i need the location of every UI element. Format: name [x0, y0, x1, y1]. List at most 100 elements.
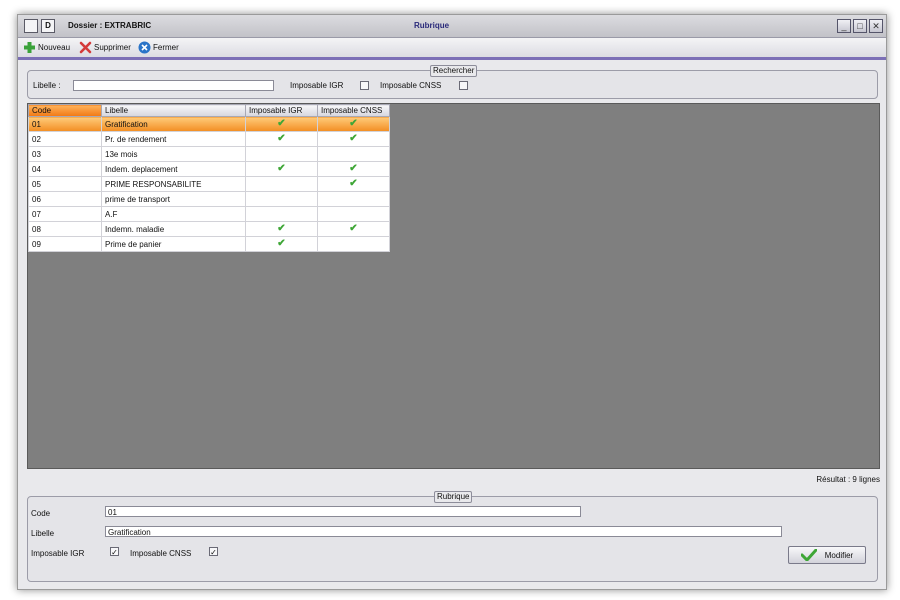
maximize-button[interactable]: □ — [853, 19, 867, 33]
close-button[interactable]: ✕ — [869, 19, 883, 33]
minimize-button[interactable]: _ — [837, 19, 851, 33]
detail-cnss-label: Imposable CNSS — [130, 549, 192, 558]
grid-area: Code Libelle Imposable IGR Imposable CNS… — [27, 103, 880, 469]
toolbar-divider — [18, 57, 886, 60]
search-igr-label: Imposable IGR — [290, 81, 344, 90]
cell-igr: ✔ — [245, 161, 318, 177]
title-bar: D Dossier : EXTRABRIC Rubrique _ □ ✕ — [18, 15, 886, 38]
check-icon — [800, 549, 817, 561]
table-row[interactable]: 03 13e mois — [28, 146, 390, 162]
cell-code: 06 — [28, 191, 102, 207]
check-icon: ✔ — [349, 178, 358, 189]
check-icon: ✔ — [349, 133, 358, 144]
main-window: D Dossier : EXTRABRIC Rubrique _ □ ✕ Nou… — [17, 14, 887, 590]
detail-igr-checkbox[interactable]: ✓ — [110, 547, 119, 557]
search-legend: Rechercher — [430, 65, 478, 77]
detail-igr-label: Imposable IGR — [31, 549, 85, 558]
fermer-button[interactable]: Fermer — [138, 40, 179, 54]
cell-igr — [245, 206, 318, 222]
search-group: Rechercher Libelle : Imposable IGR Impos… — [27, 65, 878, 99]
cell-igr — [245, 146, 318, 162]
table-row[interactable]: 02 Pr. de rendement ✔ ✔ — [28, 131, 390, 147]
detail-libelle-label: Libelle — [31, 529, 55, 538]
cell-igr — [245, 191, 318, 207]
close-circle-icon — [138, 41, 151, 53]
table-row[interactable]: 04 Indem. deplacement ✔ ✔ — [28, 161, 390, 177]
cell-cnss: ✔ — [317, 161, 390, 177]
plus-icon — [24, 41, 35, 53]
cell-cnss: ✔ — [317, 116, 390, 132]
nouveau-label: Nouveau — [38, 42, 71, 52]
window-title: Rubrique — [414, 21, 450, 30]
cell-code: 05 — [28, 176, 102, 192]
check-icon: ✔ — [277, 118, 286, 129]
nouveau-button[interactable]: Nouveau — [23, 40, 70, 54]
cell-code: 03 — [28, 146, 102, 162]
cell-code: 01 — [28, 116, 102, 132]
cell-cnss — [317, 146, 390, 162]
toolbar: Nouveau Supprimer Fermer — [18, 38, 886, 58]
detail-code-input[interactable]: 01 — [105, 506, 581, 517]
table-row[interactable]: 09 Prime de panier ✔ — [28, 236, 390, 252]
maximize-icon: □ — [857, 21, 863, 31]
close-icon: ✕ — [872, 21, 880, 31]
cell-libelle: Indemn. maladie — [101, 221, 246, 237]
column-header-cnss[interactable]: Imposable CNSS — [317, 104, 390, 117]
cell-libelle: prime de transport — [101, 191, 246, 207]
detail-code-label: Code — [31, 509, 51, 518]
table-row[interactable]: 07 A.F — [28, 206, 390, 222]
modifier-button[interactable]: Modifier — [788, 546, 866, 564]
table-row[interactable]: 08 Indemn. maladie ✔ ✔ — [28, 221, 390, 237]
table-body: 01 Gratification ✔ ✔ 02 Pr. de rendement ✔ ✔ 03 1… — [28, 116, 390, 252]
column-header-libelle[interactable]: Libelle — [101, 104, 246, 117]
check-icon: ✔ — [349, 163, 358, 174]
search-cnss-label: Imposable CNSS — [380, 81, 442, 90]
minimize-icon: _ — [841, 21, 847, 31]
cell-code: 08 — [28, 221, 102, 237]
search-libelle-input[interactable] — [73, 80, 274, 91]
table-row[interactable]: 01 Gratification ✔ ✔ — [28, 116, 390, 132]
cell-code: 07 — [28, 206, 102, 222]
cell-igr: ✔ — [245, 131, 318, 147]
supprimer-label: Supprimer — [94, 42, 131, 52]
detail-libelle-input[interactable]: Gratification — [105, 526, 782, 537]
cell-libelle: Prime de panier — [101, 236, 246, 252]
check-icon: ✔ — [349, 118, 358, 129]
cell-igr — [245, 176, 318, 192]
table-row[interactable]: 05 PRIME RESPONSABILITE ✔ — [28, 176, 390, 192]
delete-icon — [79, 41, 92, 53]
cell-libelle: A.F — [101, 206, 246, 222]
cell-cnss — [317, 206, 390, 222]
dossier-icon-label: D — [45, 21, 51, 30]
cell-code: 04 — [28, 161, 102, 177]
cell-libelle: 13e mois — [101, 146, 246, 162]
cell-code: 09 — [28, 236, 102, 252]
table-header: Code Libelle Imposable IGR Imposable CNS… — [28, 104, 390, 117]
check-icon: ✔ — [277, 133, 286, 144]
cell-libelle: Indem. deplacement — [101, 161, 246, 177]
cell-libelle: Gratification — [101, 116, 246, 132]
cell-igr: ✔ — [245, 236, 318, 252]
check-icon: ✔ — [277, 238, 286, 249]
dossier-icon[interactable]: D — [41, 19, 55, 33]
check-icon: ✔ — [277, 223, 286, 234]
table-row[interactable]: 06 prime de transport — [28, 191, 390, 207]
column-header-igr[interactable]: Imposable IGR — [245, 104, 318, 117]
app-icon[interactable] — [24, 19, 38, 33]
modifier-label: Modifier — [824, 550, 854, 560]
search-cnss-checkbox[interactable] — [459, 81, 468, 90]
search-libelle-label: Libelle : — [33, 81, 61, 90]
cell-libelle: PRIME RESPONSABILITE — [101, 176, 246, 192]
column-header-code[interactable]: Code — [28, 104, 102, 117]
cell-cnss: ✔ — [317, 131, 390, 147]
cell-cnss — [317, 236, 390, 252]
search-igr-checkbox[interactable] — [360, 81, 369, 90]
cell-libelle: Pr. de rendement — [101, 131, 246, 147]
check-icon: ✔ — [277, 163, 286, 174]
detail-cnss-checkbox[interactable]: ✓ — [209, 547, 218, 557]
detail-legend: Rubrique — [434, 491, 473, 503]
cell-cnss — [317, 191, 390, 207]
detail-group: Rubrique Code 01 Libelle Gratification I… — [27, 491, 878, 582]
check-icon: ✔ — [349, 223, 358, 234]
supprimer-button[interactable]: Supprimer — [79, 40, 131, 54]
